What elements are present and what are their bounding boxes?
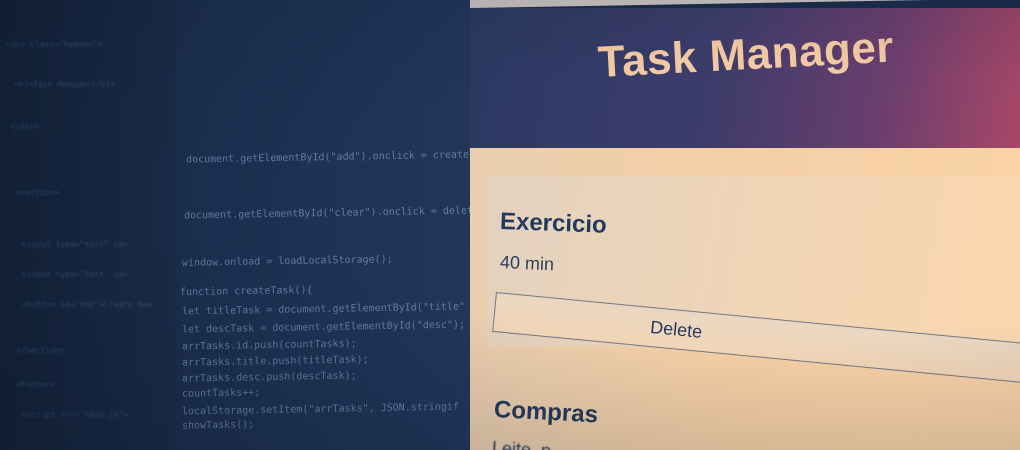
browser-chrome-edge (470, 0, 1020, 8)
app-header: Task Manager (470, 8, 1020, 148)
task-title: Exercicio (499, 208, 608, 239)
editor-line: </section> (16, 346, 65, 355)
editor-line: countTasks++; (181, 387, 261, 400)
task-card: Exercicio 40 min Delete (486, 176, 1020, 386)
editor-line: <footer> (16, 380, 55, 389)
code-editor-pane: <div class="header"> <h1>Task Manager</h… (0, 0, 470, 450)
task-title: Compras (493, 396, 599, 429)
editor-line: arrTasks.id.push(countTasks); (181, 338, 357, 353)
editor-line: <div class="header"> (6, 40, 103, 49)
editor-line: arrTasks.title.push(titleTask); (181, 354, 369, 369)
editor-line: <input type="text" id= (22, 270, 128, 279)
editor-line: <input type="text" id= (22, 240, 128, 249)
editor-line: function createTask(){ (179, 284, 313, 299)
delete-task-button[interactable]: Delete (492, 292, 1020, 386)
editor-line: <script src="main.js"> (22, 410, 128, 419)
browser-page: Task Manager Exercicio 40 min Delete Com… (470, 0, 1020, 450)
editor-line: let titleTask = document.getElementById(… (181, 301, 466, 318)
editor-line: <button id="add">Create New (22, 300, 153, 309)
editor-line: document.getElementById("add").onclick =… (185, 149, 470, 166)
task-description: Leite, p... (491, 438, 567, 450)
task-description: 40 min (499, 252, 555, 275)
page-title: Task Manager (596, 22, 896, 87)
editor-line: </div> (10, 122, 39, 131)
editor-line: let descTask = document.getElementById("… (181, 319, 466, 336)
task-list: Exercicio 40 min Delete Compras Leite, p… (470, 148, 1020, 450)
editor-line: localStorage.setItem("arrTasks", JSON.st… (181, 401, 460, 418)
editor-line: <h1>Task Manager</h1> (14, 80, 116, 89)
editor-line: <section> (16, 188, 60, 197)
editor-line: document.getElementById("clear").onclick… (183, 205, 470, 222)
editor-line: arrTasks.desc.push(descTask); (181, 370, 357, 385)
editor-line: window.onload = loadLocalStorage(); (181, 254, 393, 269)
editor-line: showTasks(); (181, 419, 255, 432)
screen-photo: <div class="header"> <h1>Task Manager</h… (0, 0, 1020, 450)
